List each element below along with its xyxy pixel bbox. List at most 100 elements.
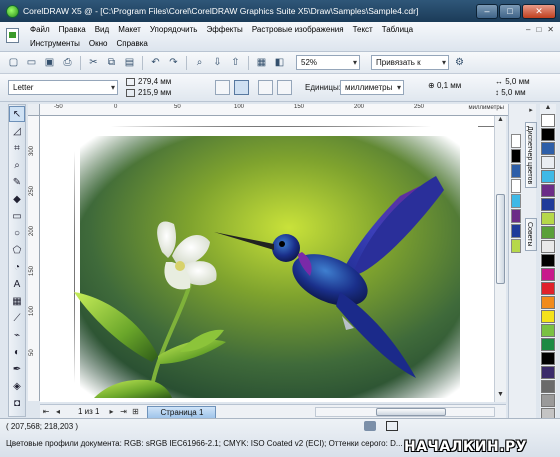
document-icon[interactable] <box>6 28 19 43</box>
doc-minimize-button[interactable]: – <box>526 25 530 34</box>
connector-tool-icon[interactable]: ⌁ <box>9 327 25 343</box>
palette-swatch[interactable] <box>541 296 555 309</box>
add-page-icon[interactable]: ⊞ <box>129 407 141 416</box>
first-page-icon[interactable]: ⇤ <box>40 407 52 416</box>
docker-swatch[interactable] <box>511 164 521 178</box>
menu-file[interactable]: Файл <box>30 25 50 34</box>
palette-swatch[interactable] <box>541 184 555 197</box>
fill-tool-icon[interactable]: ◘ <box>9 395 25 411</box>
smart-fill-tool-icon[interactable]: ◆ <box>9 191 25 207</box>
minimize-button[interactable]: – <box>476 3 498 19</box>
open-icon[interactable]: ▭ <box>24 55 39 70</box>
text-tool-icon[interactable]: A <box>9 276 25 292</box>
menu-window[interactable]: Окно <box>89 39 108 48</box>
outline-tool-icon[interactable]: ◈ <box>9 378 25 394</box>
current-page-button[interactable] <box>277 80 292 95</box>
eyedropper-tool-icon[interactable]: ✒ <box>9 361 25 377</box>
paper-type-combo[interactable]: Letter <box>8 80 118 95</box>
menu-tools[interactable]: Инструменты <box>30 39 80 48</box>
docker-swatch[interactable] <box>511 239 521 253</box>
options-icon[interactable]: ⚙ <box>452 55 467 70</box>
table-tool-icon[interactable]: ▦ <box>9 293 25 309</box>
coreldraw-app-icon[interactable] <box>6 4 19 18</box>
horizontal-scrollbar[interactable] <box>315 407 495 417</box>
next-page-icon[interactable]: ▸ <box>105 407 117 416</box>
copy-icon[interactable]: ⧉ <box>104 55 119 70</box>
menu-edit[interactable]: Правка <box>59 25 86 34</box>
palette-swatch[interactable] <box>541 240 555 253</box>
palette-swatch[interactable] <box>541 170 555 183</box>
docker-swatch[interactable] <box>511 149 521 163</box>
hints-docker-tab[interactable]: Советы <box>525 218 537 251</box>
palette-swatch[interactable] <box>541 380 555 393</box>
parallel-dimension-tool-icon[interactable]: ⟋ <box>9 310 25 326</box>
search-icon[interactable]: ⌕ <box>192 55 207 70</box>
page-height[interactable]: 215,9 мм <box>126 88 171 97</box>
blend-tool-icon[interactable]: ◐ <box>9 344 25 360</box>
doc-restore-button[interactable]: □ <box>536 25 541 34</box>
hummingbird-artwork[interactable] <box>40 116 494 402</box>
shape-tool-icon[interactable]: ◿ <box>9 123 25 139</box>
duplicate-distance-y[interactable]: ↕ 5,0 мм <box>495 88 526 97</box>
outline-indicator-icon[interactable] <box>386 421 398 431</box>
color-profiles-info[interactable]: Цветовые профили документа: RGB: sRGB IE… <box>6 439 416 448</box>
palette-swatch[interactable] <box>541 352 555 365</box>
menu-view[interactable]: Вид <box>95 25 109 34</box>
menu-bitmaps[interactable]: Растровые изображения <box>252 25 344 34</box>
freehand-tool-icon[interactable]: ✎ <box>9 174 25 190</box>
menu-arrange[interactable]: Упорядочить <box>150 25 198 34</box>
palette-swatch[interactable] <box>541 254 555 267</box>
nudge-distance[interactable]: ⊕ 0,1 мм <box>428 81 461 90</box>
palette-swatch[interactable] <box>541 128 555 141</box>
menu-table[interactable]: Таблица <box>382 25 413 34</box>
previous-page-icon[interactable]: ◂ <box>52 407 64 416</box>
close-button[interactable]: ✕ <box>522 3 556 19</box>
portrait-button[interactable] <box>215 80 230 95</box>
vertical-scroll-thumb[interactable] <box>496 194 505 284</box>
horizontal-ruler[interactable]: -50 0 50 100 150 200 250 миллиметры <box>40 104 508 116</box>
scroll-down-icon[interactable]: ▼ <box>495 391 506 402</box>
palette-swatch[interactable] <box>541 142 555 155</box>
launcher-icon[interactable]: ▦ <box>254 55 269 70</box>
fill-indicator-icon[interactable] <box>364 421 376 431</box>
undo-icon[interactable]: ↶ <box>148 55 163 70</box>
palette-swatch[interactable] <box>541 282 555 295</box>
scroll-up-icon[interactable]: ▲ <box>495 116 506 127</box>
page-width[interactable]: 279,4 мм <box>126 77 171 86</box>
docker-arrow-icon[interactable]: ▸ <box>525 106 537 118</box>
palette-swatch[interactable] <box>541 212 555 225</box>
crop-tool-icon[interactable]: ⌗ <box>9 140 25 156</box>
palette-swatch[interactable] <box>541 198 555 211</box>
docker-swatch[interactable] <box>511 194 521 208</box>
maximize-button[interactable]: □ <box>499 3 521 19</box>
ellipse-tool-icon[interactable]: ○ <box>9 225 25 241</box>
import-icon[interactable]: ⇩ <box>210 55 225 70</box>
welcome-icon[interactable]: ◧ <box>272 55 287 70</box>
horizontal-scroll-thumb[interactable] <box>376 408 446 416</box>
docker-swatch[interactable] <box>511 134 521 148</box>
units-combo[interactable]: миллиметры <box>340 80 404 95</box>
drawing-workspace[interactable] <box>40 116 494 402</box>
palette-swatch[interactable] <box>541 226 555 239</box>
menu-layout[interactable]: Макет <box>118 25 141 34</box>
paste-icon[interactable]: ▤ <box>122 55 137 70</box>
menu-effects[interactable]: Эффекты <box>206 25 242 34</box>
docker-swatch[interactable] <box>511 179 521 193</box>
zoom-combo[interactable]: 52% <box>296 55 360 70</box>
ruler-corner[interactable] <box>28 104 40 116</box>
export-icon[interactable]: ⇧ <box>228 55 243 70</box>
palette-swatch[interactable] <box>541 394 555 407</box>
save-icon[interactable]: ▣ <box>42 55 57 70</box>
menu-text[interactable]: Текст <box>353 25 373 34</box>
new-icon[interactable]: ▢ <box>6 55 21 70</box>
last-page-icon[interactable]: ⇥ <box>117 407 129 416</box>
palette-swatch[interactable] <box>541 268 555 281</box>
docker-swatch[interactable] <box>511 209 521 223</box>
polygon-tool-icon[interactable]: ⬠ <box>9 242 25 258</box>
print-icon[interactable]: ⎙ <box>60 55 75 70</box>
palette-swatch[interactable] <box>541 114 555 127</box>
all-pages-button[interactable] <box>258 80 273 95</box>
doc-close-button[interactable]: ✕ <box>547 25 554 34</box>
vertical-scrollbar[interactable]: ▲ ▼ <box>494 116 506 402</box>
rectangle-tool-icon[interactable]: ▭ <box>9 208 25 224</box>
